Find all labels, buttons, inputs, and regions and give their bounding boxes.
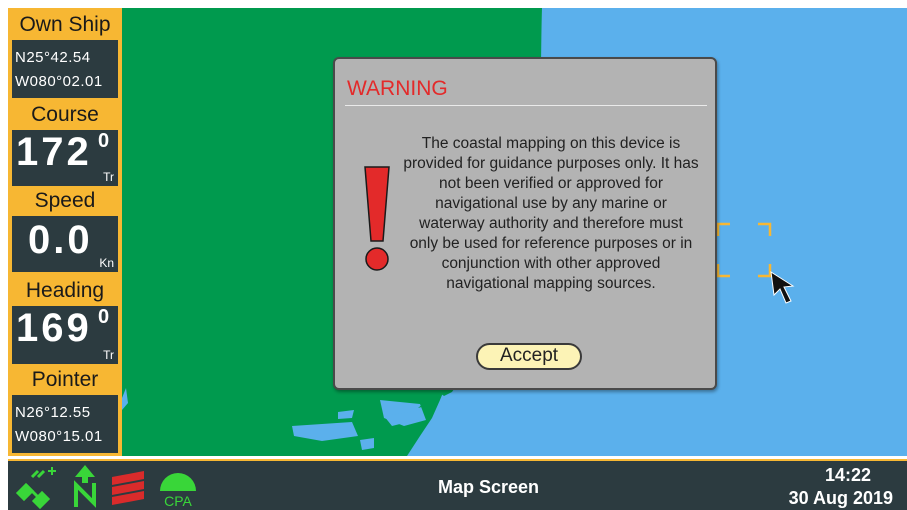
- course-value: 172: [16, 130, 92, 174]
- north-up-icon[interactable]: [70, 463, 100, 509]
- heading-degree: 0: [98, 306, 110, 328]
- own-ship-label: Own Ship: [12, 12, 118, 38]
- exclamation-icon: [364, 166, 390, 271]
- speed-unit: Kn: [99, 256, 114, 270]
- speed-display[interactable]: 0.0 Kn: [12, 216, 118, 272]
- layers-icon[interactable]: [108, 467, 148, 509]
- clock-date: 30 Aug 2019: [788, 488, 893, 508]
- dialog-title: WARNING: [347, 77, 448, 100]
- cpa-label: CPA: [164, 493, 192, 509]
- course-label: Course: [12, 102, 118, 128]
- pointer-target-bracket: [716, 222, 772, 278]
- speed-value: 0.0: [28, 218, 93, 262]
- clock-time: 14:22: [824, 465, 871, 485]
- nav-info-panel: Own Ship N25°42.54 W080°02.01 Course 172…: [8, 8, 122, 456]
- map-screen: Own Ship N25°42.54 W080°02.01 Course 172…: [0, 0, 907, 510]
- own-ship-lat: N25°42.54: [15, 49, 91, 66]
- course-degree: 0: [98, 130, 110, 152]
- status-bar: CPA Map Screen 14:22 30 Aug 2019: [8, 459, 907, 510]
- pointer-lon: W080°15.01: [15, 428, 103, 445]
- course-unit: Tr: [103, 170, 114, 184]
- pointer-label: Pointer: [12, 367, 118, 393]
- heading-display[interactable]: 169 0 Tr: [12, 306, 118, 364]
- cursor-arrow-icon: [770, 271, 795, 304]
- satellite-icon[interactable]: [12, 463, 64, 509]
- own-ship-position: N25°42.54 W080°02.01: [12, 40, 118, 98]
- pointer-lat: N26°12.55: [15, 404, 91, 421]
- dialog-separator: [345, 105, 707, 106]
- heading-value: 169: [16, 306, 92, 350]
- course-display[interactable]: 172 0 Tr: [12, 130, 118, 186]
- heading-unit: Tr: [103, 348, 114, 362]
- cpa-icon[interactable]: CPA: [156, 461, 200, 509]
- warning-dialog: WARNING The coastal mapping on this devi…: [333, 57, 717, 390]
- heading-label: Heading: [12, 278, 118, 304]
- pointer-position: N26°12.55 W080°15.01: [12, 395, 118, 453]
- own-ship-lon: W080°02.01: [15, 73, 103, 90]
- dialog-message: The coastal mapping on this device is pr…: [403, 135, 699, 292]
- speed-label: Speed: [12, 188, 118, 214]
- screen-title: Map Screen: [438, 477, 540, 497]
- accept-button[interactable]: Accept: [476, 343, 582, 370]
